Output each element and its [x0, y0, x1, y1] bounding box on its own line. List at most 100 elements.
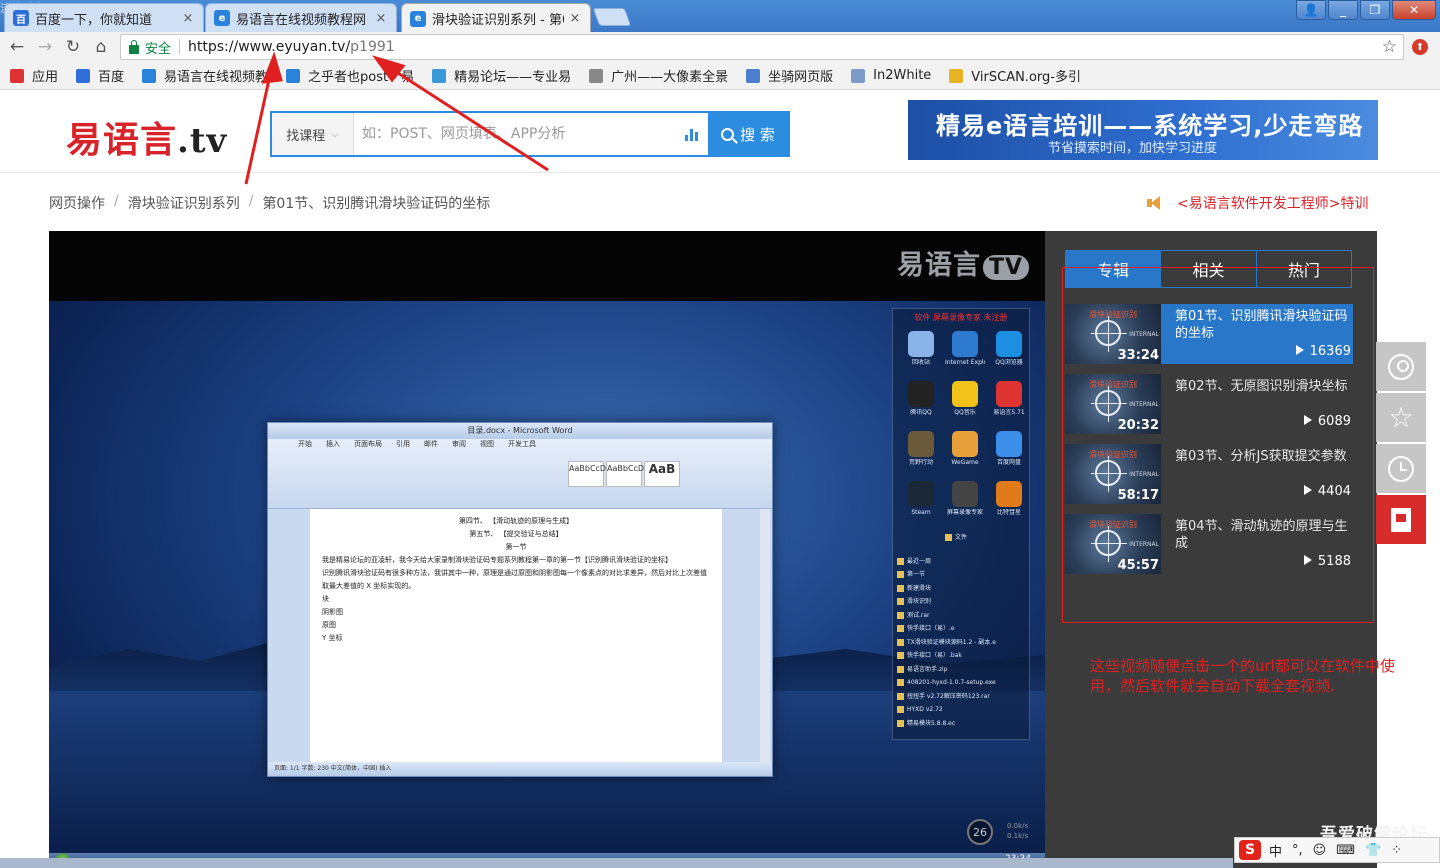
user-button[interactable]	[1376, 342, 1426, 391]
bookmark-item[interactable]: 应用	[10, 66, 58, 85]
recent-file: 新建滑块	[897, 582, 1025, 596]
apps-grid-icon	[10, 68, 24, 83]
watermark-text: 易语言	[896, 250, 981, 281]
watermark-tv: TV	[982, 255, 1029, 280]
feedback-button[interactable]	[1376, 495, 1426, 544]
breadcrumb-item[interactable]: 网页操作	[49, 193, 105, 213]
extension-icon[interactable]: ⬆	[1412, 39, 1428, 55]
desktop-shortcut: 易语言5.71	[989, 381, 1029, 425]
bookmark-label: 广州——大像素全景	[611, 70, 729, 85]
browser-tab[interactable]: 百百度一下，你就知道 ×	[4, 3, 204, 32]
breadcrumb-current: 第01节、识别腾讯滑块验证码的坐标	[262, 196, 491, 212]
close-icon[interactable]: ×	[181, 11, 195, 26]
bookmark-item[interactable]: 广州——大像素全景	[589, 66, 728, 85]
recent-file: 快手接口（易）.bak	[897, 649, 1025, 663]
shortcut-label: QQ浏览器	[995, 359, 1023, 366]
annotation-highlight-box	[1062, 267, 1374, 623]
word-ribbon-tab: 审阅	[452, 440, 466, 448]
desktop-shortcut: 腾讯QQ	[901, 381, 941, 425]
word-window: 目录.docx - Microsoft Word 开始 插入 页面布局 引用 邮件 审阅 视…	[267, 422, 773, 777]
word-ribbon-tab: 插入	[326, 440, 340, 448]
reload-icon[interactable]: ↻	[62, 36, 84, 58]
history-button[interactable]	[1376, 444, 1426, 493]
shortcut-label: 比特彗星	[996, 509, 1021, 516]
bookmark-item[interactable]: VirSCAN.org-多引	[949, 66, 1081, 85]
bookmark-item[interactable]: 坐骑网页版	[746, 66, 833, 85]
bookmark-item[interactable]: 精易论坛——专业易	[432, 66, 571, 85]
desktop-shortcut: 百度网盘	[989, 431, 1029, 475]
ime-button[interactable]: ☺	[1313, 843, 1327, 858]
bookmark-item[interactable]: 百度	[76, 66, 124, 85]
ime-button[interactable]: °,	[1292, 843, 1303, 858]
desktop-shortcut: QQ浏览器	[989, 331, 1029, 375]
bookmark-star-icon[interactable]: ☆	[1382, 37, 1397, 57]
app-icon	[952, 331, 978, 357]
app-icon	[952, 431, 978, 457]
back-icon[interactable]: ←	[6, 36, 28, 58]
floating-tools: ☆	[1376, 342, 1426, 546]
eyuyan-tv-icon: e	[410, 10, 426, 27]
shortcut-label: 荒野行动	[908, 459, 933, 466]
profile-button[interactable]: 👤	[1296, 0, 1326, 20]
favorite-button[interactable]: ☆	[1376, 393, 1426, 442]
search-category-select[interactable]: 找课程 ⌵	[272, 113, 354, 155]
word-line: 阴影图	[322, 608, 343, 616]
bookmark-label: 精易论坛——专业易	[454, 70, 572, 85]
forward-icon[interactable]: →	[34, 36, 56, 58]
browser-tab[interactable]: e 滑块验证识别系列 - 第01 ×	[401, 3, 591, 33]
ime-button[interactable]: ⌨	[1336, 843, 1355, 858]
link-icon	[746, 68, 761, 83]
close-icon[interactable]: ×	[568, 11, 582, 26]
close-window-button[interactable]: ✕	[1392, 0, 1436, 20]
word-status-bar: 页面: 1/1 字数: 230 中文(简体，中国) 插入	[268, 762, 772, 776]
bookmark-item[interactable]: 易语言在线视频教	[142, 66, 268, 85]
shortcut-label: 腾讯QQ	[910, 409, 932, 416]
bookmark-label: 坐骑网页版	[768, 70, 834, 85]
eyuyan-tv-icon	[286, 68, 301, 83]
bookmark-label: 易语言在线视频教	[164, 70, 269, 85]
word-line: 第一节	[505, 543, 527, 551]
site-logo[interactable]: 易语言.tv	[66, 111, 227, 163]
close-icon[interactable]: ×	[374, 11, 388, 26]
bookmark-item[interactable]: 之乎者也post - 易	[286, 66, 414, 85]
training-banner[interactable]: 精易e语言培训——系统学习,少走弯路 节省摸索时间，加快学习进度	[908, 100, 1378, 160]
address-bar[interactable]: 安全 https://www.eyuyan.tv/p1991 ☆	[120, 34, 1404, 60]
desktop-shortcut: 荒野行动	[901, 431, 941, 475]
annotation-note: 这些视频随便点击一个的url都可以在软件中使用，然后软件就会自动下载全套视频.	[1090, 657, 1395, 695]
app-icon	[952, 381, 978, 407]
window-controls: 👤 _ ❐ ✕	[1294, 0, 1436, 20]
mailbox-icon	[1391, 507, 1411, 532]
desktop-shortcut: 回收站	[901, 331, 941, 375]
recent-file: 测试.rar	[897, 609, 1025, 623]
tab-label: 滑块验证识别系列 - 第01	[432, 13, 564, 28]
notice-link[interactable]: <易语言软件开发工程师>特训	[1145, 193, 1368, 213]
browser-tab[interactable]: e 易语言在线视频教程网 - ×	[205, 3, 397, 32]
recent-label: 最近一周	[897, 555, 1025, 569]
app-icon	[908, 481, 934, 507]
word-line: 原图	[322, 621, 336, 629]
bookmark-label: 之乎者也post - 易	[308, 70, 415, 85]
speed-down: 0.1k/s	[1007, 832, 1029, 840]
shortcut-label: 百度网盘	[996, 459, 1021, 466]
sogou-logo-icon[interactable]: S	[1239, 840, 1261, 860]
search-input[interactable]	[354, 113, 674, 155]
bar-chart-icon[interactable]	[674, 113, 708, 155]
home-icon[interactable]: ⌂	[90, 36, 112, 58]
ime-button[interactable]: 👕	[1365, 843, 1381, 858]
word-scrollbar	[760, 509, 770, 763]
new-tab-button[interactable]	[592, 8, 632, 26]
maximize-button[interactable]: ❐	[1360, 0, 1390, 20]
eyuyan-tv-icon: e	[214, 10, 230, 26]
minimize-button[interactable]: _	[1328, 0, 1358, 20]
ime-button[interactable]: ⁘	[1391, 843, 1402, 858]
bookmark-item[interactable]: In2White	[851, 68, 931, 83]
video-player[interactable]: 易语言 TV 目录.docx - Microsoft Word 开始 插入 页面布局 引…	[49, 231, 1045, 868]
app-icon	[996, 381, 1022, 407]
desktop-shortcut: Steam	[901, 481, 941, 525]
secure-label: 安全	[145, 41, 172, 57]
breadcrumb-item[interactable]: 滑块验证识别系列	[128, 193, 240, 213]
star-icon: ☆	[1388, 400, 1414, 434]
ime-button[interactable]: 中	[1269, 841, 1282, 860]
recent-file: 408201-hyxd-1.0.7-setup.exe	[897, 676, 1025, 690]
search-button[interactable]: 搜 索	[708, 113, 788, 155]
